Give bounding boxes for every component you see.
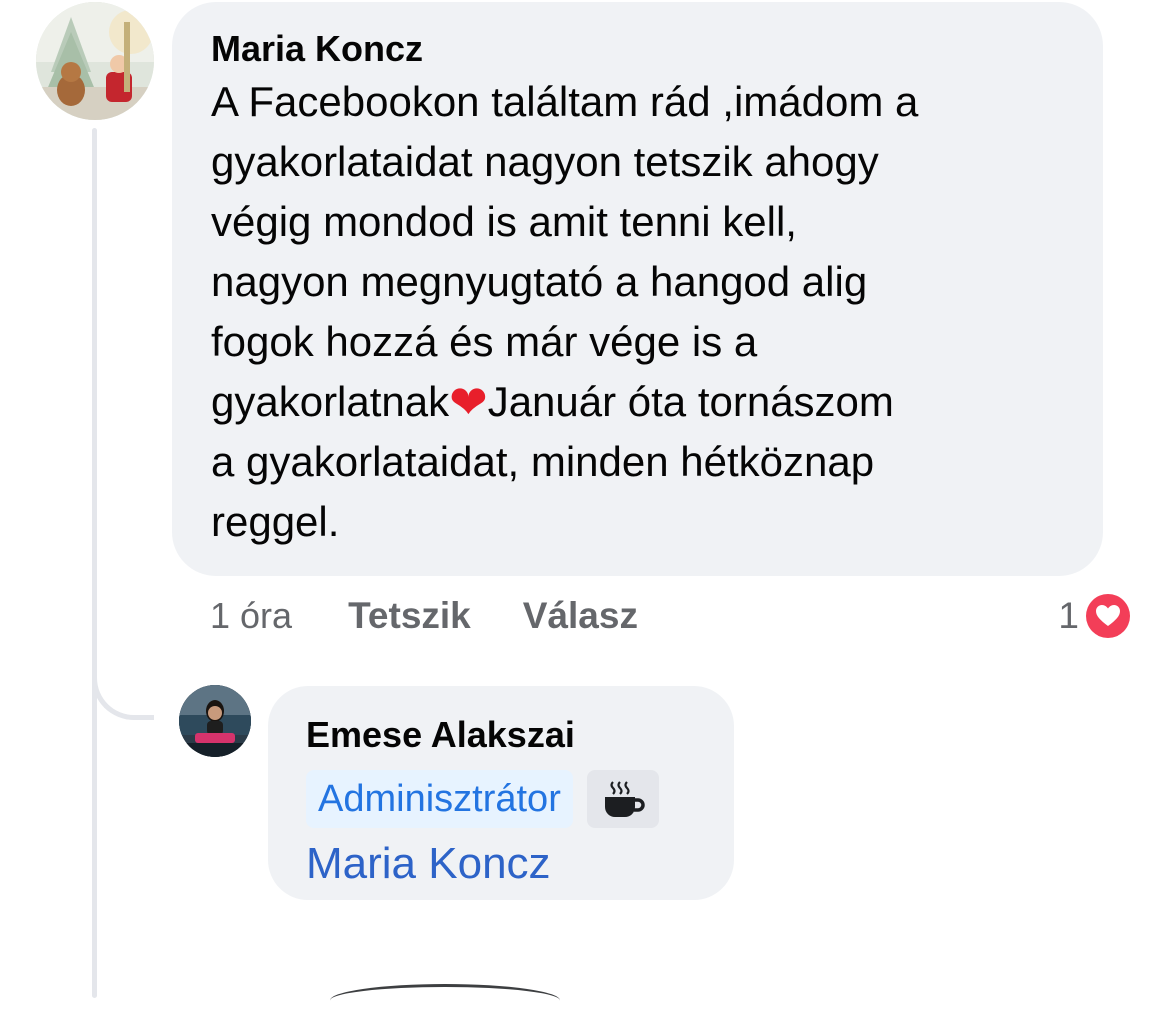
comment-line-part: Január óta tornászom xyxy=(487,378,894,425)
comment-actions: 1 óra Tetszik Válasz xyxy=(210,590,690,642)
comment-line: nagyon megnyugtató a hangod alig xyxy=(211,258,868,305)
comment-line: fogok hozzá és már vége is a xyxy=(211,318,758,365)
comment-line-part: gyakorlatnak xyxy=(211,378,450,425)
reply-author-avatar[interactable] xyxy=(179,685,251,757)
reply-badges: Adminisztrátor xyxy=(306,770,734,828)
next-avatar-edge xyxy=(330,984,560,1017)
heart-reaction-icon xyxy=(1083,591,1133,641)
commenter-avatar[interactable] xyxy=(36,2,154,120)
admin-badge[interactable]: Adminisztrátor xyxy=(306,770,573,828)
comment-author-name[interactable]: Maria Koncz xyxy=(211,26,1067,72)
comment-line: végig mondod is amit tenni kell, xyxy=(211,198,797,245)
reaction-summary[interactable]: 1 xyxy=(1058,590,1133,642)
reply-bubble[interactable]: Emese Alakszai Adminisztrátor Maria Konc… xyxy=(268,686,734,900)
thread-reply-connector xyxy=(92,640,154,720)
comment-line: gyakorlatnak❤Január óta tornászom xyxy=(211,372,1067,432)
avatar-photo xyxy=(36,2,154,120)
comment-line: gyakorlataidat nagyon tetszik ahogy xyxy=(211,138,879,185)
comment-line: A Facebookon találtam rád ,imádom a xyxy=(211,78,919,125)
comment-bubble[interactable]: Maria Koncz A Facebookon találtam rád ,i… xyxy=(172,2,1103,576)
reply-button[interactable]: Válasz xyxy=(523,595,638,637)
like-button[interactable]: Tetszik xyxy=(348,595,471,637)
red-heart-emoji-icon: ❤ xyxy=(449,376,488,428)
avatar-photo xyxy=(179,685,251,757)
comment-line: a gyakorlataidat, minden hétköznap xyxy=(211,438,875,485)
comment-timestamp[interactable]: 1 óra xyxy=(210,595,292,637)
reply-author-name[interactable]: Emese Alakszai xyxy=(306,712,734,758)
thread-line xyxy=(92,128,97,998)
coffee-cup-icon[interactable] xyxy=(586,770,659,828)
mention-link[interactable]: Maria Koncz xyxy=(306,836,734,892)
reaction-count: 1 xyxy=(1058,595,1079,636)
comment-body: A Facebookon találtam rád ,imádom a gyak… xyxy=(211,72,1067,552)
comment-line: reggel. xyxy=(211,498,340,545)
